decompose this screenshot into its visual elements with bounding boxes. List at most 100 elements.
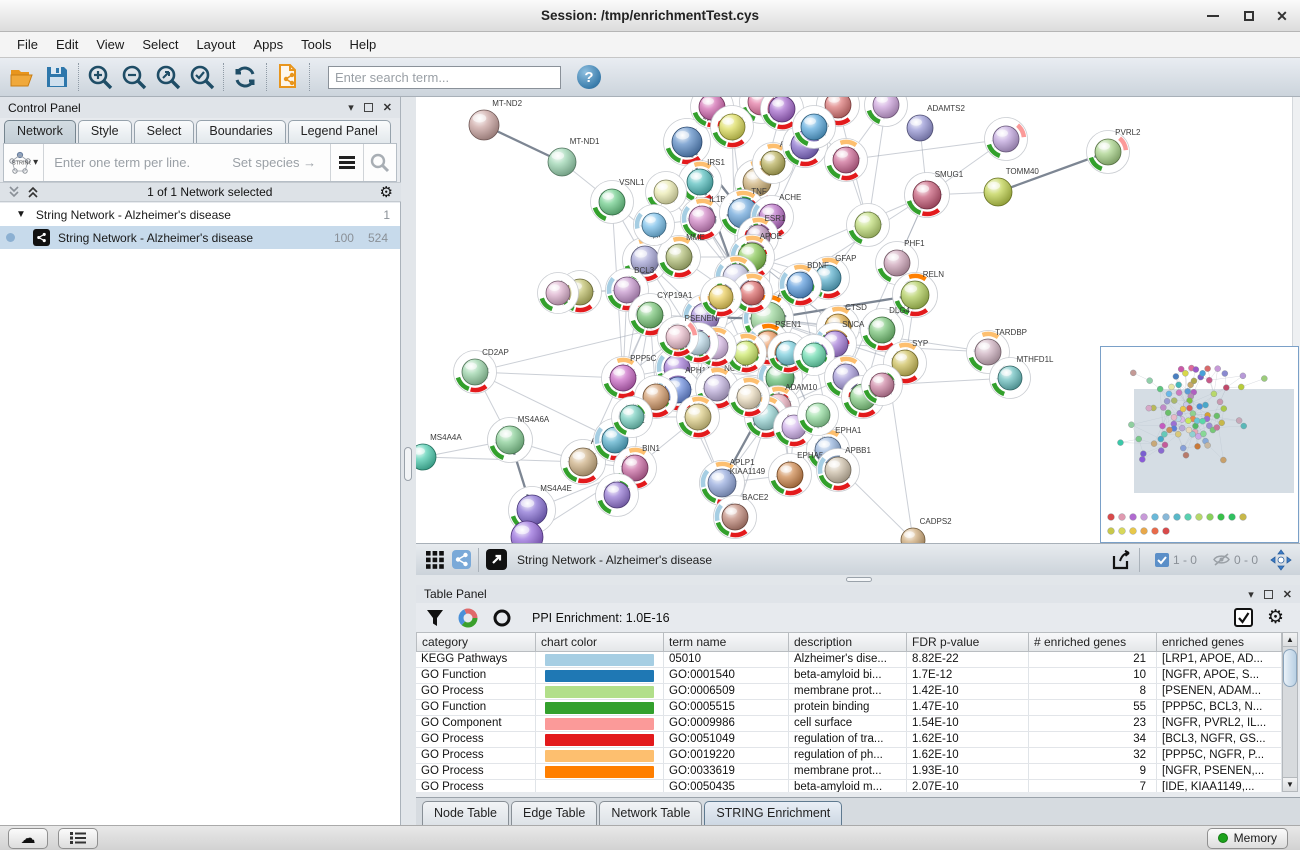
menu-item-apps[interactable]: Apps [245, 32, 293, 58]
string-options-menu-button[interactable] [330, 144, 363, 181]
save-session-button[interactable] [40, 60, 74, 94]
network-node[interactable]: MTHFD1L [990, 355, 1055, 399]
network-options-gear-icon[interactable]: ⚙ [380, 183, 393, 201]
table-settings-gear-icon[interactable]: ⚙ [1267, 606, 1284, 629]
memory-button[interactable]: Memory [1207, 828, 1288, 849]
network-node[interactable]: PVRL2 [1087, 128, 1142, 174]
panel-menu-icon[interactable]: ▾ [1248, 588, 1254, 601]
tree-collapse-icon[interactable]: ▼ [16, 209, 26, 220]
column-header[interactable]: FDR p-value [907, 632, 1029, 652]
enrichment-row[interactable]: GO ComponentGO:0009986cell surface1.54E-… [416, 716, 1282, 732]
network-node[interactable] [865, 97, 908, 127]
grid-view-icon[interactable] [426, 551, 444, 569]
filter-icon[interactable] [426, 609, 444, 627]
menu-item-file[interactable]: File [8, 32, 47, 58]
network-node[interactable] [985, 118, 1028, 161]
minimize-button[interactable] [1195, 0, 1231, 32]
column-header[interactable]: # enriched genes [1029, 632, 1157, 652]
tab-string-enrichment[interactable]: STRING Enrichment [704, 801, 842, 825]
string-source-selector[interactable]: STRING ▾ [4, 144, 44, 181]
network-node[interactable]: ADAMTS2 [907, 104, 965, 141]
enrichment-row[interactable]: GO ProcessGO:0006509membrane prot...1.42… [416, 684, 1282, 700]
scroll-up-icon[interactable]: ▲ [1283, 633, 1297, 647]
enrichment-row[interactable]: KEGG Pathways05010Alzheimer's dise...8.8… [416, 652, 1282, 668]
horizontal-splitter[interactable] [416, 575, 1300, 585]
menu-item-layout[interactable]: Layout [187, 32, 244, 58]
collapse-all-icon[interactable] [8, 186, 21, 198]
zoom-out-icon[interactable] [117, 60, 151, 94]
zoom-fit-icon[interactable] [151, 60, 185, 94]
network-node[interactable] [729, 377, 770, 418]
minimap-viewport[interactable] [1134, 389, 1294, 493]
navigator-compass-icon[interactable] [1270, 549, 1292, 571]
panel-float-icon[interactable] [364, 103, 373, 112]
tab-select[interactable]: Select [134, 120, 195, 143]
menu-item-edit[interactable]: Edit [47, 32, 87, 58]
enrichment-row[interactable]: GO ProcessGO:0051049regulation of tra...… [416, 732, 1282, 748]
network-node[interactable] [825, 139, 868, 182]
ring-chart-icon[interactable] [492, 608, 512, 628]
enrichment-row[interactable]: GO ProcessGO:0019220regulation of ph...1… [416, 748, 1282, 764]
network-node[interactable]: BACE2 [714, 493, 769, 539]
open-in-new-icon[interactable] [486, 549, 507, 570]
expand-all-icon[interactable] [27, 186, 40, 198]
column-header[interactable]: chart color [536, 632, 664, 652]
string-search-button[interactable] [363, 144, 396, 181]
network-collection-row[interactable]: ▼ String Network - Alzheimer's disease 1 [0, 203, 400, 226]
network-node[interactable]: MS4A6A [488, 415, 550, 463]
open-session-button[interactable] [6, 60, 40, 94]
refresh-icon[interactable] [228, 60, 262, 94]
import-network-icon[interactable] [271, 60, 305, 94]
network-node[interactable]: MT-ND2 [469, 99, 523, 140]
network-node[interactable] [677, 396, 720, 439]
network-node[interactable] [711, 106, 754, 149]
network-node[interactable]: CD2AP [454, 348, 509, 394]
menu-item-help[interactable]: Help [341, 32, 386, 58]
enrichment-row[interactable]: GO ProcessGO:0050435beta-amyloid m...2.0… [416, 780, 1282, 792]
network-node[interactable]: CADPS2 [901, 517, 952, 543]
network-row[interactable]: String Network - Alzheimer's disease 100… [0, 226, 400, 249]
network-node[interactable]: MS4A4A [416, 433, 462, 470]
network-node[interactable]: EPHA5 [769, 451, 824, 497]
cloud-button[interactable]: ☁ [8, 828, 48, 849]
help-icon[interactable]: ? [577, 65, 601, 89]
zoom-selected-icon[interactable] [185, 60, 219, 94]
tab-legend-panel[interactable]: Legend Panel [288, 120, 391, 143]
splitter-handle[interactable] [404, 447, 412, 481]
menu-item-tools[interactable]: Tools [292, 32, 340, 58]
vertical-splitter[interactable] [401, 97, 416, 825]
tab-style[interactable]: Style [78, 120, 132, 143]
tab-edge-table[interactable]: Edge Table [511, 801, 597, 825]
network-node[interactable] [634, 205, 675, 246]
network-node[interactable] [847, 204, 890, 247]
close-button[interactable]: ✕ [1264, 0, 1300, 32]
export-network-icon[interactable] [1110, 549, 1132, 571]
network-node[interactable] [701, 277, 742, 318]
panel-menu-icon[interactable]: ▾ [348, 101, 354, 114]
column-header[interactable]: term name [664, 632, 789, 652]
panel-close-icon[interactable]: ✕ [1283, 588, 1292, 601]
column-header[interactable]: description [789, 632, 907, 652]
network-node[interactable]: BDNF [779, 261, 830, 307]
menu-item-select[interactable]: Select [133, 32, 187, 58]
scroll-down-icon[interactable]: ▼ [1283, 777, 1297, 791]
string-query-input[interactable] [44, 154, 232, 171]
panel-close-icon[interactable]: ✕ [383, 101, 392, 114]
search-input[interactable] [328, 66, 561, 89]
panel-float-icon[interactable] [1264, 590, 1273, 599]
tab-network[interactable]: Network [4, 120, 76, 143]
network-node[interactable] [798, 395, 839, 436]
enrichment-row[interactable]: GO FunctionGO:0001540beta-amyloid bi...1… [416, 668, 1282, 684]
network-node[interactable] [862, 365, 903, 406]
task-history-button[interactable] [58, 828, 98, 849]
splitter-handle[interactable] [846, 577, 872, 582]
menu-item-view[interactable]: View [87, 32, 133, 58]
network-node[interactable]: APBB1 [817, 446, 872, 492]
tab-boundaries[interactable]: Boundaries [196, 120, 285, 143]
column-header[interactable]: enriched genes [1157, 632, 1282, 652]
enrichment-row[interactable]: GO ProcessGO:0033619membrane prot...1.93… [416, 764, 1282, 780]
share-network-icon[interactable] [452, 550, 471, 569]
tab-network-table[interactable]: Network Table [599, 801, 702, 825]
zoom-in-icon[interactable] [83, 60, 117, 94]
tab-node-table[interactable]: Node Table [422, 801, 509, 825]
